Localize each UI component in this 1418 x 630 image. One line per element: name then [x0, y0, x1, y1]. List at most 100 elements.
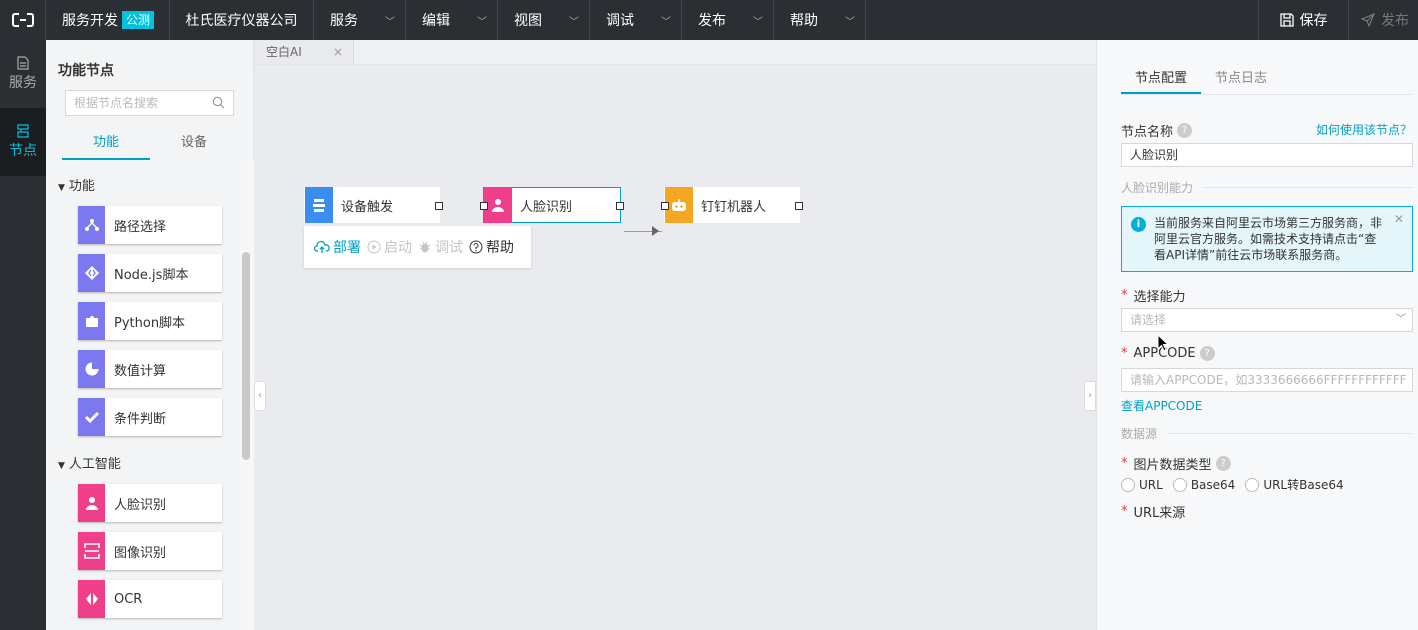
node-item-label: 图像识别 — [114, 545, 167, 561]
pie-icon — [78, 350, 105, 388]
canvas-area: 空白AI × ‹ › 设备触发 人脸识别 钉钉机器人 部署 启动 调试 帮助 — [254, 40, 1096, 630]
appcode-input[interactable]: 请输入APPCODE，如3333666666FFFFFFFFFFFF — [1121, 368, 1413, 392]
node-name-label: 节点名称 ? — [1121, 121, 1193, 140]
save-button[interactable]: 保存 — [1258, 0, 1348, 40]
tab-node-log[interactable]: 节点日志 — [1201, 66, 1281, 94]
output-port[interactable] — [795, 202, 803, 210]
group-label: 人工智能 — [68, 457, 121, 472]
node-name-input[interactable]: 人脸识别 — [1121, 143, 1413, 167]
section-title-ability: 人脸识别能力 — [1121, 179, 1413, 196]
help-icon[interactable]: ? — [1215, 456, 1231, 471]
chevron-down-icon: ﹀ — [569, 17, 579, 28]
view-appcode-link[interactable]: 查看APPCODE — [1121, 397, 1202, 414]
label-text: 图片数据类型 — [1133, 458, 1212, 473]
start-label: 启动 — [384, 240, 412, 256]
menu-help[interactable]: 帮助 ﹀ — [774, 0, 866, 40]
node-list: ▼ 功能 路径选择 Node.js脚本 Python脚本 数值计算 条件判断 ▼ 人… — [46, 168, 238, 630]
menu-view[interactable]: 视图 ﹀ — [498, 0, 590, 40]
node-item-calc[interactable]: 数值计算 — [78, 350, 222, 388]
save-label: 保存 — [1299, 13, 1328, 29]
tab-function[interactable]: 功能 — [62, 132, 150, 160]
flow-node-device-trigger[interactable]: 设备触发 — [304, 187, 443, 223]
document-icon — [17, 56, 29, 70]
radio-circle[interactable] — [1245, 477, 1260, 492]
menu-service[interactable]: 服务 ﹀ — [314, 0, 406, 40]
help-icon[interactable]: ? — [1177, 123, 1193, 138]
image-type-radios: URL Base64 URL转Base64 — [1121, 476, 1348, 493]
play-icon — [367, 240, 381, 254]
input-port[interactable] — [480, 202, 488, 210]
group-function[interactable]: ▼ 功能 — [46, 168, 238, 206]
output-port[interactable] — [616, 202, 624, 210]
node-item-label: OCR — [114, 591, 143, 607]
flow-canvas[interactable]: ‹ › 设备触发 人脸识别 钉钉机器人 部署 启动 调试 帮助 — [254, 65, 1096, 630]
radio-base64[interactable]: Base64 — [1172, 476, 1235, 493]
flow-node-label: 设备触发 — [341, 199, 394, 215]
section-label: 数据源 — [1121, 427, 1158, 441]
group-ai[interactable]: ▼ 人工智能 — [46, 446, 238, 484]
check-icon — [78, 398, 105, 436]
panel-tabs: 功能 设备 — [62, 132, 238, 160]
rail-service[interactable]: 服务 — [0, 40, 46, 108]
radio-circle[interactable] — [1172, 477, 1187, 492]
robot-icon — [665, 187, 693, 223]
face-icon — [484, 187, 512, 223]
code-icon — [78, 254, 105, 292]
close-icon[interactable]: ✕ — [1394, 211, 1404, 227]
menu-debug[interactable]: 调试 ﹀ — [590, 0, 682, 40]
close-icon[interactable]: × — [333, 40, 343, 64]
scrollbar-thumb[interactable] — [242, 252, 250, 460]
flow-node-dingtalk-robot[interactable]: 钉钉机器人 — [661, 187, 803, 223]
menu-label: 发布 — [698, 13, 726, 29]
node-item-image[interactable]: 图像识别 — [78, 532, 222, 570]
node-item-condition[interactable]: 条件判断 — [78, 398, 222, 436]
debug-label: 调试 — [435, 240, 463, 256]
choose-ability-select[interactable]: 请选择 ﹀ — [1121, 308, 1413, 332]
radio-url-to-base64[interactable]: URL转Base64 — [1245, 476, 1344, 493]
debug-button[interactable]: 调试 — [418, 237, 463, 257]
node-item-label: Node.js脚本 — [114, 267, 189, 283]
label-text: 节点名称 — [1121, 125, 1174, 140]
collapse-right-button[interactable]: › — [1084, 381, 1096, 411]
node-item-route[interactable]: 路径选择 — [78, 206, 222, 244]
menu-publish[interactable]: 发布 ﹀ — [682, 0, 774, 40]
rail-nodes[interactable]: 节点 — [0, 108, 46, 176]
flow-toolbar: 部署 启动 调试 帮助 — [304, 226, 531, 268]
chevron-down-icon: ﹀ — [1396, 314, 1406, 325]
flow-node-face-recognition[interactable]: 人脸识别 — [480, 187, 624, 223]
help-button[interactable]: 帮助 — [469, 237, 514, 257]
tab-divider — [1121, 94, 1413, 95]
required-mark: * — [1121, 346, 1128, 361]
radio-circle[interactable] — [1121, 477, 1135, 492]
top-bar: 服务开发 公测 杜氏医疗仪器公司 服务 ﹀ 编辑 ﹀ 视图 ﹀ 调试 ﹀ 发布 ﹀ 帮助 ﹀… — [0, 0, 1418, 40]
output-port[interactable] — [435, 202, 443, 210]
panel-scrollbar[interactable] — [239, 160, 254, 630]
ocr-icon — [78, 580, 105, 618]
menu-edit[interactable]: 编辑 ﹀ — [406, 0, 498, 40]
cloud-upload-icon — [314, 240, 330, 253]
tab-node-config[interactable]: 节点配置 — [1121, 66, 1201, 94]
input-port[interactable] — [661, 202, 669, 210]
doc-tab[interactable]: 空白AI × — [254, 40, 354, 64]
collapse-left-button[interactable]: ‹ — [254, 381, 266, 411]
menu-label: 编辑 — [422, 13, 450, 29]
start-button[interactable]: 启动 — [367, 237, 412, 257]
tab-device[interactable]: 设备 — [150, 132, 238, 160]
node-search-input[interactable]: 根据节点名搜索 — [65, 90, 234, 116]
how-to-use-link[interactable]: 如何使用该节点？ — [1316, 121, 1412, 138]
node-item-ocr[interactable]: OCR — [78, 580, 222, 618]
deploy-button[interactable]: 部署 — [314, 237, 361, 257]
node-item-nodejs[interactable]: Node.js脚本 — [78, 254, 222, 292]
publish-button[interactable]: 发布 — [1348, 0, 1418, 40]
help-icon[interactable]: ? — [1199, 346, 1215, 361]
radio-url[interactable]: URL — [1121, 476, 1163, 493]
aliyun-logo-icon[interactable] — [0, 0, 46, 40]
node-item-python[interactable]: Python脚本 — [78, 302, 222, 340]
left-rail: 服务 节点 — [0, 40, 46, 630]
save-icon — [1279, 13, 1294, 27]
company-selector[interactable]: 杜氏医疗仪器公司 — [170, 0, 314, 40]
menu-label: 调试 — [606, 13, 634, 29]
node-item-face[interactable]: 人脸识别 — [78, 484, 222, 522]
info-icon: i — [1131, 217, 1146, 232]
label-text: URL来源 — [1133, 506, 1186, 521]
